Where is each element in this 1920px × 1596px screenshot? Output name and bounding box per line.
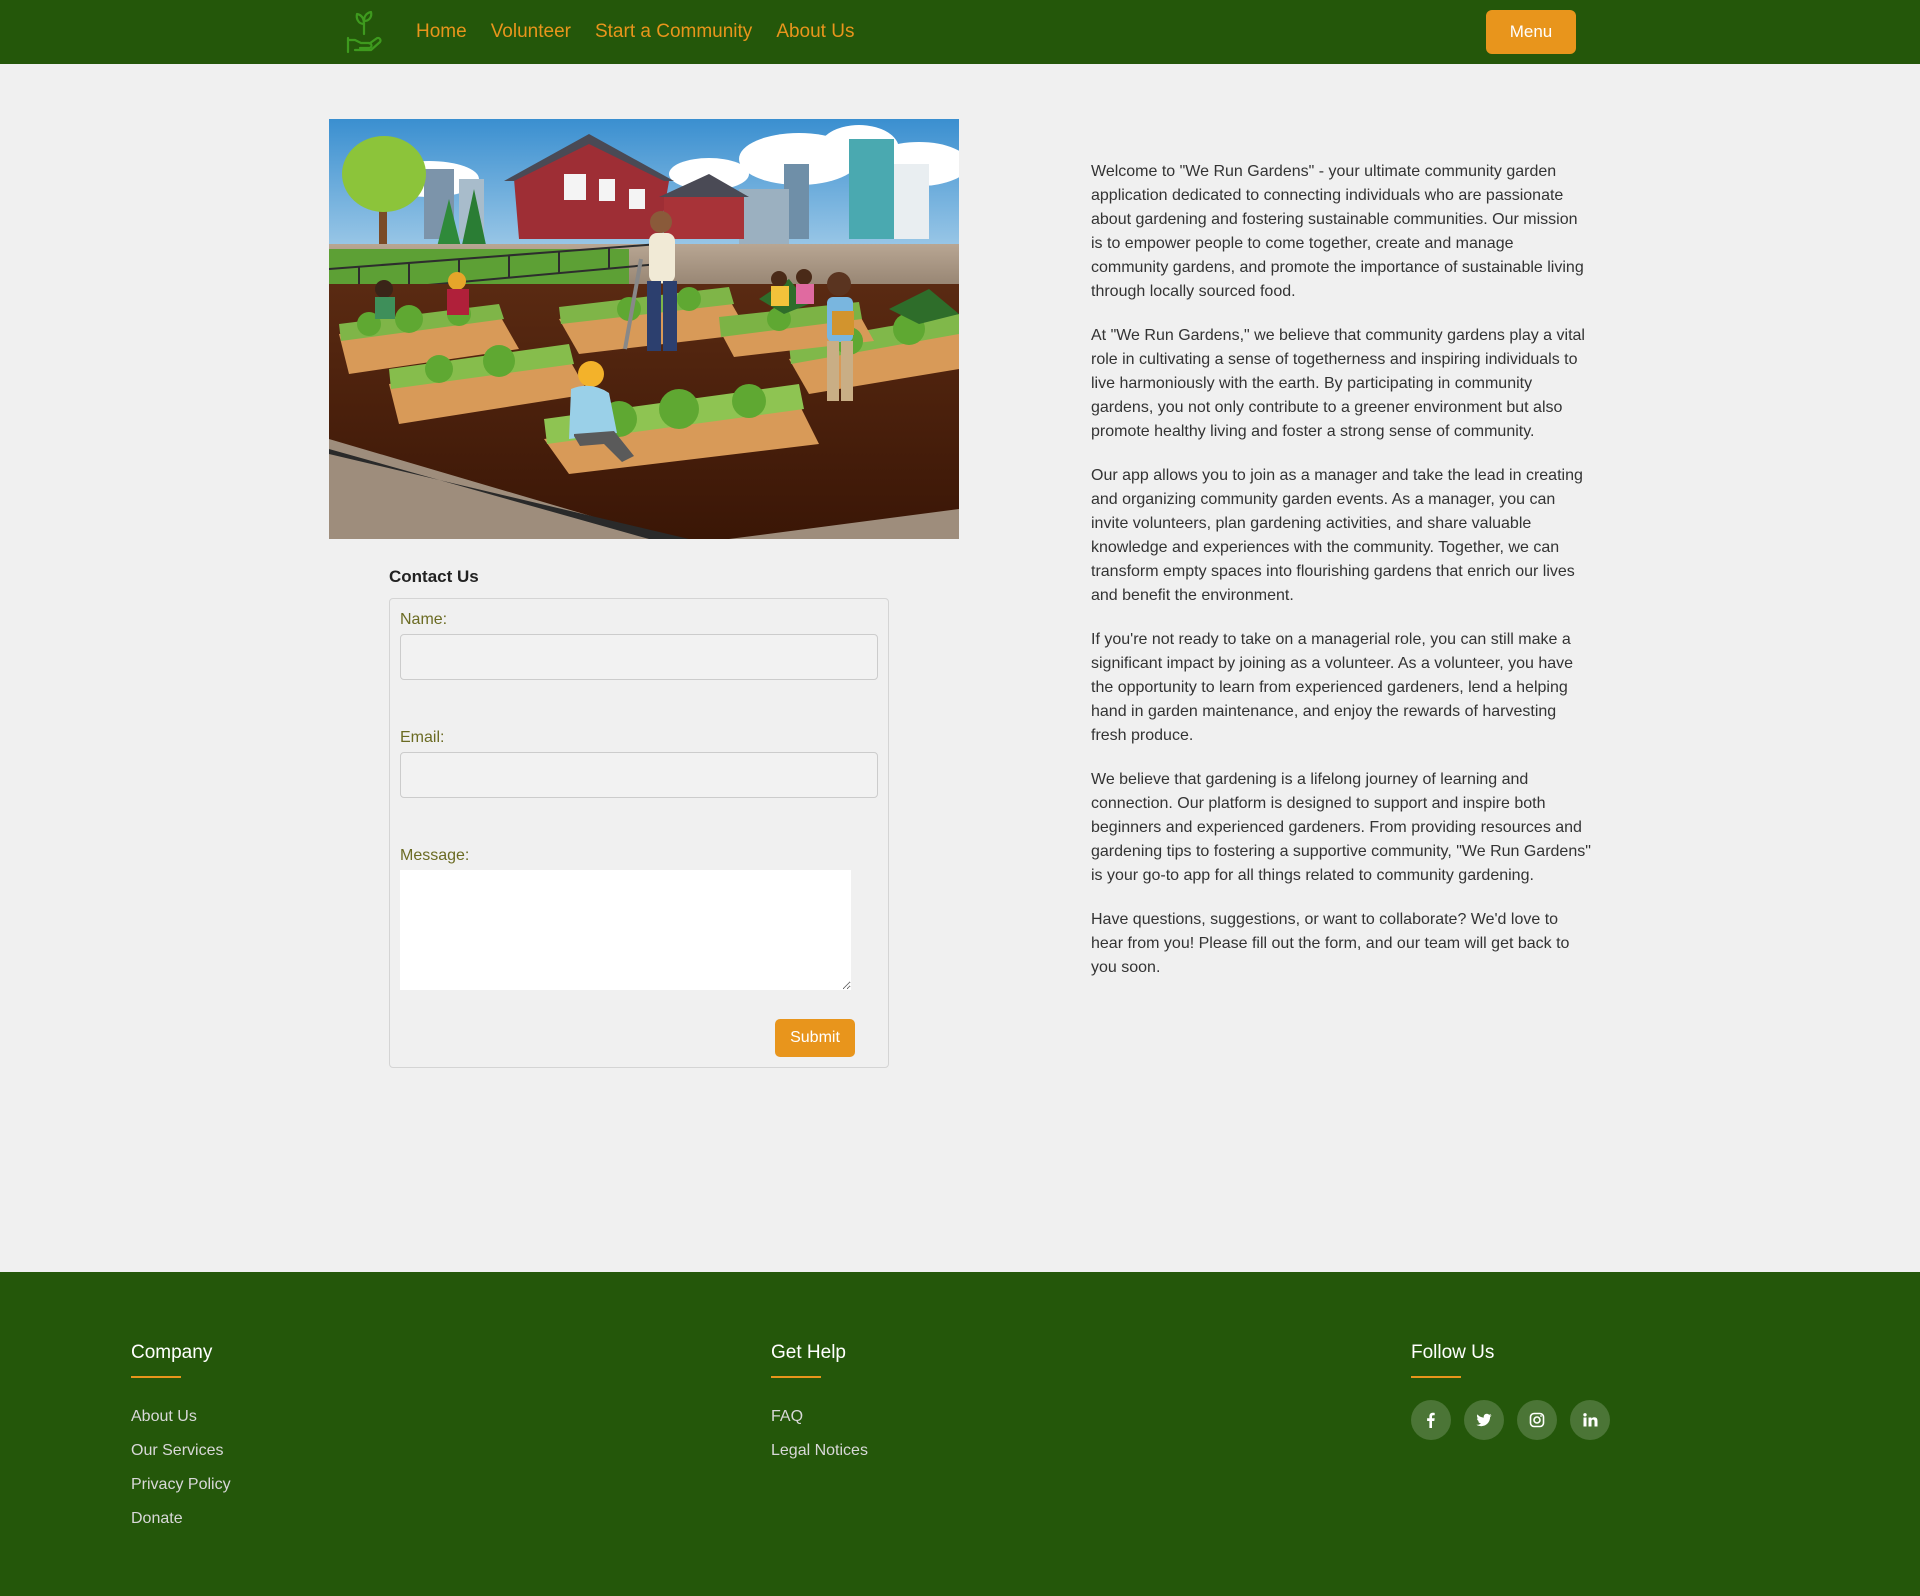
nav-link-about-us[interactable]: About Us xyxy=(776,21,854,43)
about-paragraph: Welcome to "We Run Gardens" - your ultim… xyxy=(1091,163,1584,300)
footer-heading-underline xyxy=(131,1376,181,1378)
name-label: Name: xyxy=(400,611,448,628)
twitter-icon[interactable] xyxy=(1464,1400,1504,1440)
instagram-icon[interactable] xyxy=(1517,1400,1557,1440)
message-label: Message: xyxy=(400,847,470,864)
footer-link-about-us[interactable]: About Us xyxy=(131,1400,231,1434)
submit-button[interactable]: Submit xyxy=(775,1019,855,1057)
footer-link-legal-notices[interactable]: Legal Notices xyxy=(771,1434,868,1468)
message-textarea[interactable] xyxy=(400,870,851,990)
footer-heading-underline xyxy=(771,1376,821,1378)
logo-plant-hand-icon[interactable] xyxy=(344,10,384,54)
about-paragraph: At "We Run Gardens," we believe that com… xyxy=(1091,327,1585,440)
social-links xyxy=(1411,1400,1610,1440)
about-text: Welcome to "We Run Gardens" - your ultim… xyxy=(1091,160,1593,1000)
hero-illustration-community-garden xyxy=(329,119,959,539)
nav-links: Home Volunteer Start a Community About U… xyxy=(416,0,854,64)
footer-follow-heading: Follow Us xyxy=(1411,1342,1495,1363)
about-paragraph: Have questions, suggestions, or want to … xyxy=(1091,911,1570,976)
footer-company-column: Company About Us Our Services Privacy Po… xyxy=(131,1342,231,1536)
footer-follow-column: Follow Us xyxy=(1411,1342,1610,1440)
footer-help-heading: Get Help xyxy=(771,1342,846,1363)
email-label: Email: xyxy=(400,729,445,746)
about-paragraph: We believe that gardening is a lifelong … xyxy=(1091,771,1591,884)
navbar: Home Volunteer Start a Community About U… xyxy=(0,0,1920,64)
footer-help-column: Get Help FAQ Legal Notices xyxy=(771,1342,868,1468)
footer: Company About Us Our Services Privacy Po… xyxy=(0,1272,1920,1596)
about-paragraph: Our app allows you to join as a manager … xyxy=(1091,467,1583,604)
contact-title: Contact Us xyxy=(389,567,479,586)
nav-link-volunteer[interactable]: Volunteer xyxy=(491,21,571,43)
footer-heading-underline xyxy=(1411,1376,1461,1378)
footer-company-heading: Company xyxy=(131,1342,213,1363)
footer-link-donate[interactable]: Donate xyxy=(131,1502,231,1536)
footer-link-privacy-policy[interactable]: Privacy Policy xyxy=(131,1468,231,1502)
nav-link-start-community[interactable]: Start a Community xyxy=(595,21,752,43)
footer-link-our-services[interactable]: Our Services xyxy=(131,1434,231,1468)
facebook-icon[interactable] xyxy=(1411,1400,1451,1440)
about-paragraph: If you're not ready to take on a manager… xyxy=(1091,631,1574,744)
menu-button[interactable]: Menu xyxy=(1486,10,1576,54)
nav-link-home[interactable]: Home xyxy=(416,21,467,43)
name-input[interactable] xyxy=(400,634,878,680)
email-input[interactable] xyxy=(400,752,878,798)
footer-link-faq[interactable]: FAQ xyxy=(771,1400,868,1434)
linkedin-icon[interactable] xyxy=(1570,1400,1610,1440)
contact-form: Name: Email: Message: Submit xyxy=(389,598,889,1068)
